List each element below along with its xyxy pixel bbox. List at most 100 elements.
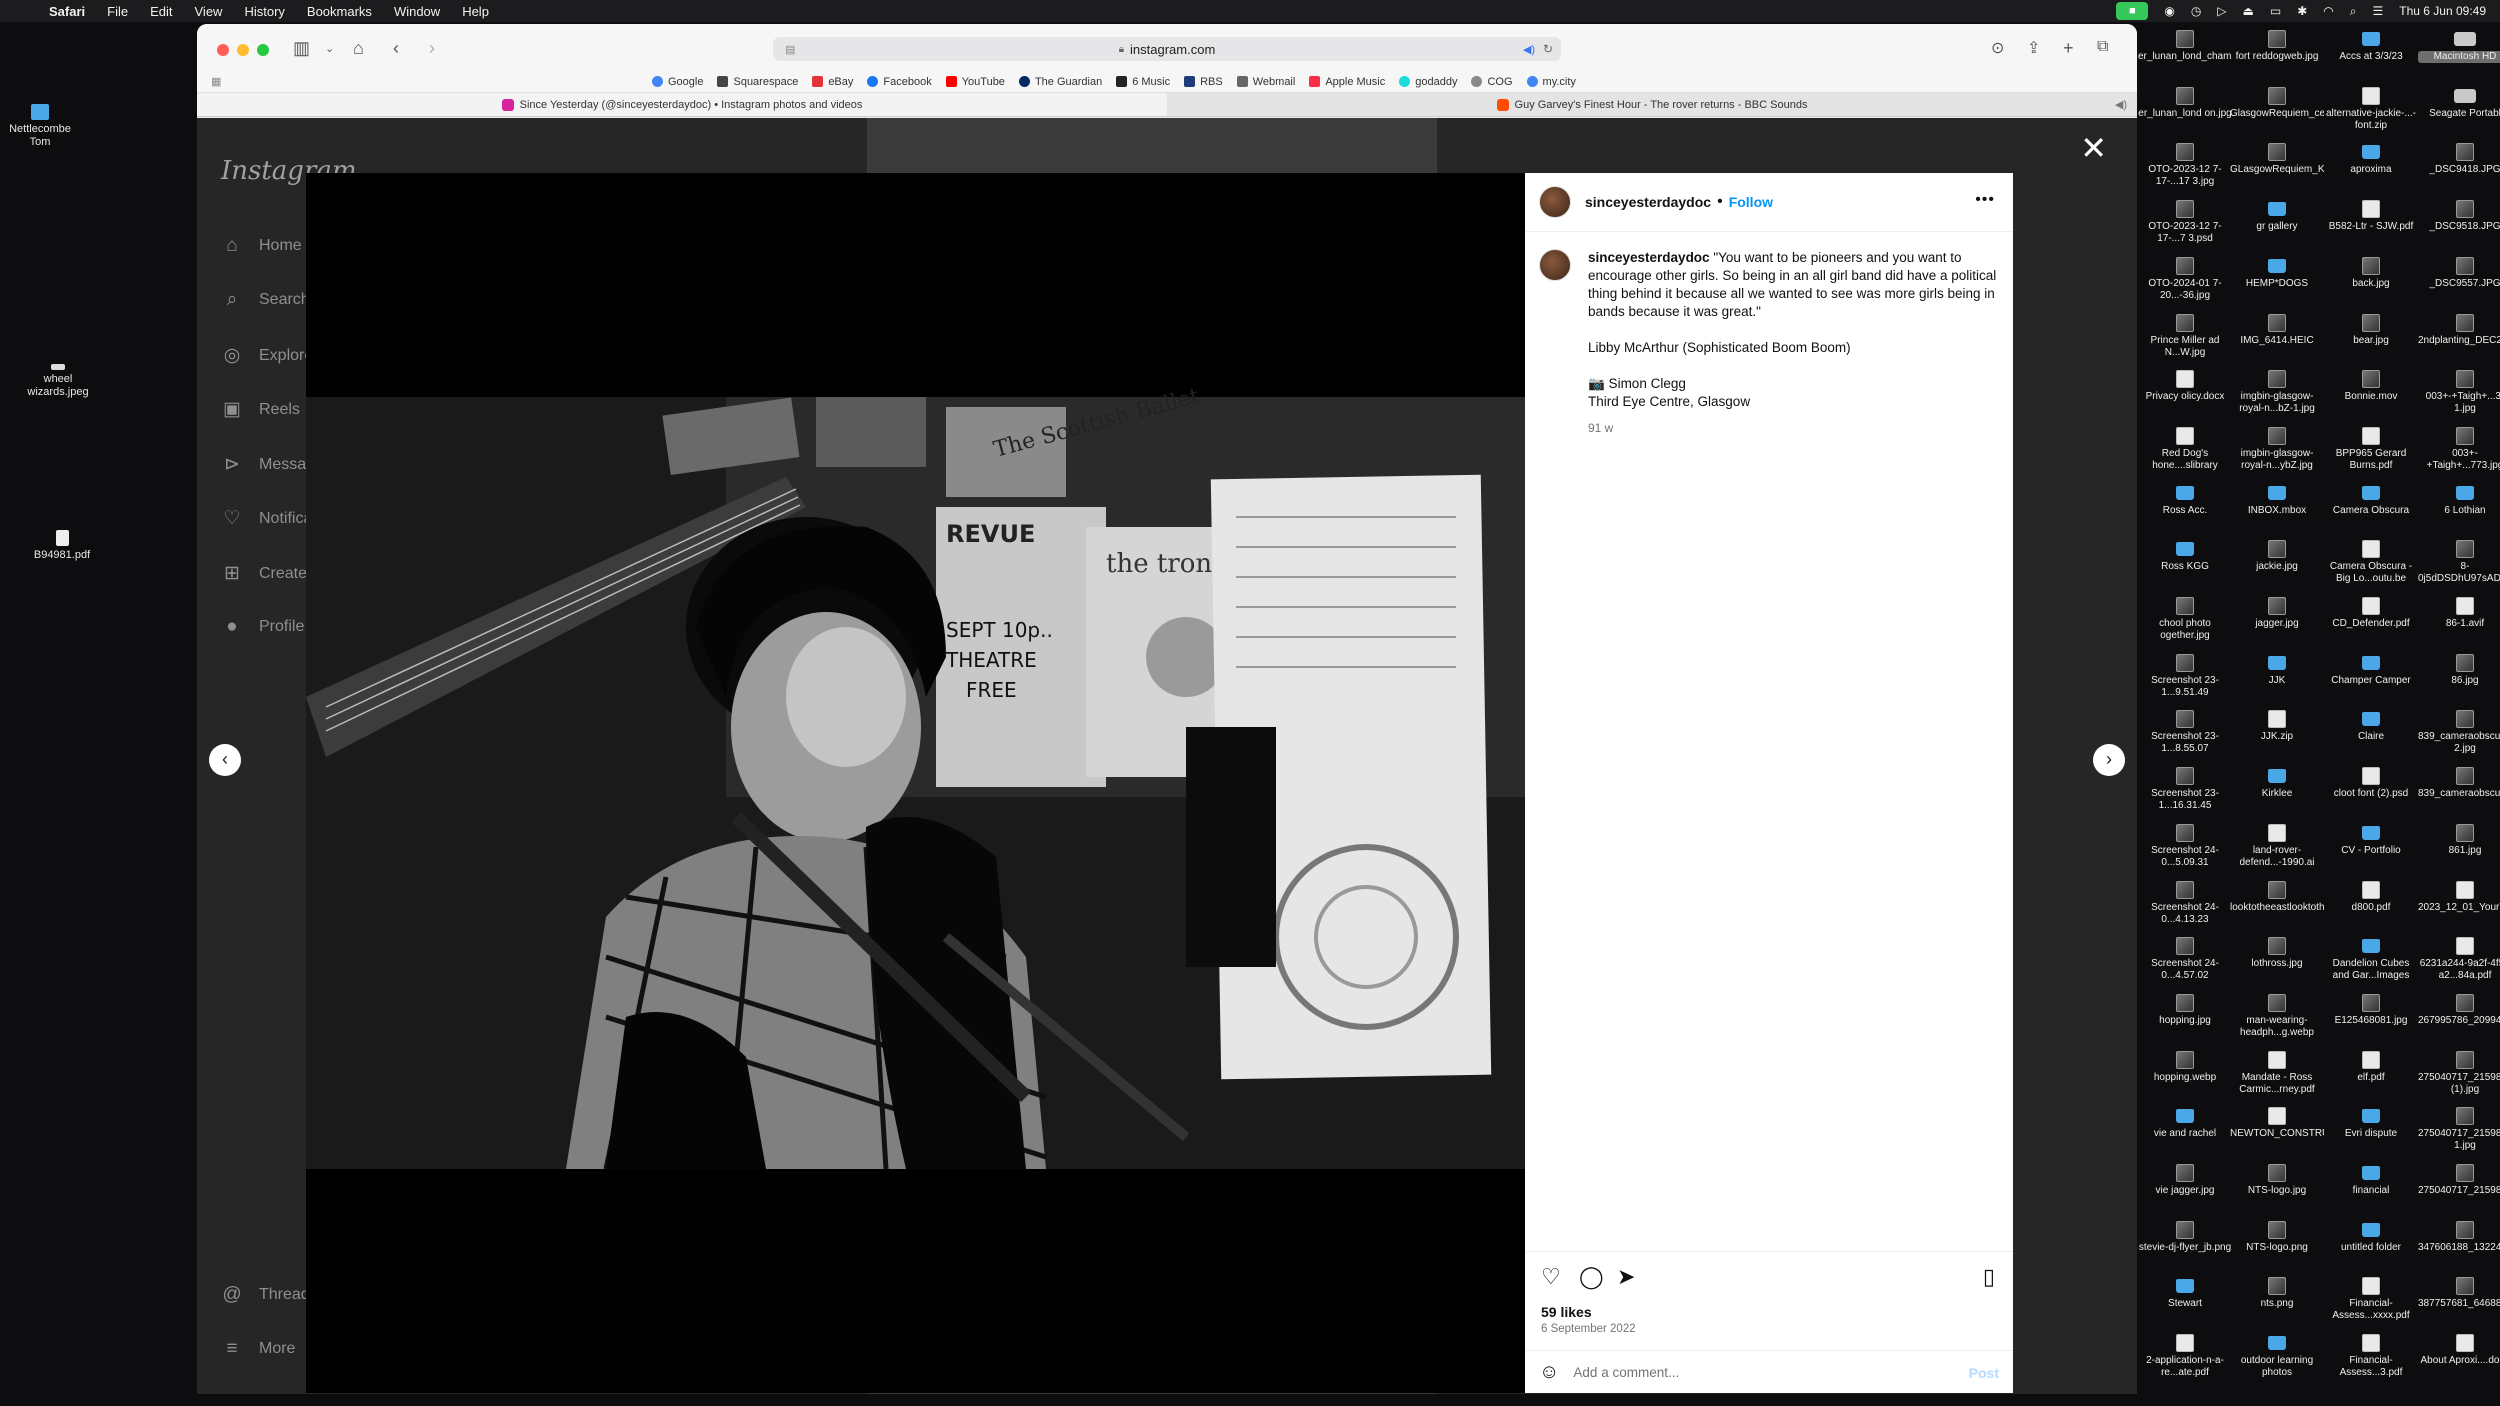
desktop-file-item[interactable]: aproxima [2324, 143, 2418, 176]
tab-audio-icon[interactable]: ◀) [2115, 98, 2127, 111]
desktop-file-item[interactable]: 275040717_2159886130...(1).jpg [2418, 1050, 2500, 1096]
like-heart-icon[interactable]: ♡ [1541, 1264, 1561, 1290]
desktop-file-item[interactable]: 6 Lothian [2418, 484, 2500, 517]
desktop-file-item[interactable]: imgbin-glasgow-royal-n...ybZ.jpg [2230, 426, 2324, 472]
desktop-file-item[interactable]: Screenshot 23-1...9.51.49 [2138, 653, 2232, 699]
desktop-file-item[interactable]: Stewart [2138, 1277, 2232, 1310]
favorite-rbs[interactable]: RBS [1184, 76, 1223, 88]
menubar-clock[interactable]: Thu 6 Jun 09:49 [2399, 4, 2486, 18]
comment-input[interactable] [1573, 1365, 1934, 1380]
desktop-file-item[interactable]: vie and rachel [2138, 1107, 2232, 1140]
desktop-file-item[interactable]: Financial-Assess...3.pdf [2324, 1334, 2418, 1379]
tab-overview-icon[interactable]: ⧉ [2097, 38, 2108, 56]
close-icon[interactable]: ✕ [2080, 132, 2107, 164]
desktop-file-item[interactable]: cloot font (2).psd [2324, 767, 2418, 800]
follow-button[interactable]: Follow [1729, 194, 1773, 210]
desktop-file-item[interactable]: CV - Portfolio [2324, 824, 2418, 857]
tab-bbc-sounds[interactable]: Guy Garvey's Finest Hour - The rover ret… [1167, 93, 2137, 116]
desktop-file-item[interactable]: 2-application-n-a-re...ate.pdf [2138, 1334, 2232, 1379]
clock-icon[interactable]: ◷ [2191, 4, 2201, 18]
post-username[interactable]: sinceyesterdaydoc [1585, 194, 1711, 210]
desktop-file-item[interactable]: GLasgowRequiem_Kari...art.mp4 [2230, 143, 2324, 176]
desktop-file-item[interactable]: 347606188_132247636...8_n.jpg [2418, 1220, 2500, 1254]
play-icon[interactable]: ▷ [2217, 4, 2226, 18]
desktop-file-item[interactable]: BPP965 Gerard Burns.pdf [2324, 426, 2418, 472]
screen-share-icon[interactable]: ◉ [2164, 4, 2174, 18]
desktop-file-item[interactable]: E125468081.jpg [2324, 993, 2418, 1027]
share-send-icon[interactable]: ➤ [1617, 1264, 1635, 1290]
desktop-file-item[interactable]: chool photo ogether.jpg [2138, 597, 2232, 642]
desktop-file-item[interactable]: looktotheeastlooktothewest.jpg [2230, 880, 2324, 914]
desktop-file-item[interactable]: B582-Ltr - SJW.pdf [2324, 200, 2418, 233]
favorite-mycity[interactable]: my.city [1526, 76, 1576, 88]
post-comment-button[interactable]: Post [1969, 1365, 1999, 1381]
desktop-file-item[interactable]: CD_Defender.pdf [2324, 597, 2418, 630]
desktop-file-item[interactable]: Screenshot 24-0...4.57.02 [2138, 937, 2232, 982]
desktop-file-item[interactable]: land-rover-defend...-1990.ai [2230, 823, 2324, 869]
menu-bookmarks[interactable]: Bookmarks [296, 4, 383, 19]
nav-reels[interactable]: ▣ Reels [221, 398, 300, 421]
menu-help[interactable]: Help [451, 4, 500, 19]
desktop-file-item[interactable]: 86-1.avif [2418, 597, 2500, 630]
nav-search[interactable]: ⌕ Search [221, 289, 310, 311]
spotlight-icon[interactable]: ⌕ [2350, 4, 2357, 19]
desktop-file-item[interactable]: IMG_6414.HEIC [2230, 313, 2324, 347]
sidebar-toggle-icon[interactable]: ▥ [293, 38, 310, 59]
desktop-file-item[interactable]: HEMP*DOGS [2230, 257, 2324, 290]
desktop-file-item[interactable]: 275040717_2159886130...n-1.jpg [2418, 1107, 2500, 1152]
desktop-file-item[interactable]: 8-0j5dDSDhU97sADL.png [2418, 540, 2500, 585]
favorites-grid-icon[interactable]: ▦ [211, 75, 221, 88]
desktop-file-item[interactable]: 839_cameraobscura_lo...0 2.jpg [2418, 710, 2500, 755]
desktop-file-item[interactable]: 839_cameraobscura_lo...500.jpg [2418, 767, 2500, 800]
desktop-file-item[interactable]: 003+-+Taigh+...773.jpg [2418, 426, 2500, 472]
desktop-file-item[interactable]: alternative-jackie-...-font.zip [2324, 86, 2418, 132]
desktop-file-item[interactable]: Screenshot 24-0...5.09.31 [2138, 823, 2232, 869]
eject-icon[interactable]: ⏏ [2243, 4, 2254, 18]
desktop-file-item[interactable]: 2023_12_01_YourTalkTalkBill.pdf [2418, 880, 2500, 914]
desktop-file-item[interactable]: Prince Miller ad N...W.jpg [2138, 313, 2232, 359]
likes-count[interactable]: 59 likes [1541, 1304, 1592, 1320]
nav-create[interactable]: ⊞ Create [221, 562, 307, 585]
desktop-file-item[interactable]: Screenshot 23-1...16.31.45 [2138, 767, 2232, 812]
desktop-file-wheel-wizards[interactable]: wheel wizards.jpeg [18, 364, 98, 399]
forward-icon[interactable]: › [429, 38, 435, 59]
desktop-file-item[interactable]: Screenshot 23-1...8.55.07 [2138, 710, 2232, 755]
bluetooth-icon[interactable]: ✱ [2297, 4, 2307, 18]
next-post-button[interactable]: › [2093, 744, 2125, 776]
nav-threads[interactable]: @ Threads [221, 1284, 317, 1306]
desktop-file-item[interactable]: NEWTON_CONSTRUCTI...).pdf [2230, 1107, 2324, 1140]
favorite-ebay[interactable]: eBay [812, 76, 853, 88]
avatar[interactable] [1539, 249, 1571, 281]
desktop-file-item[interactable]: JJK.zip [2230, 710, 2324, 743]
menu-edit[interactable]: Edit [139, 4, 183, 19]
menu-view[interactable]: View [184, 4, 234, 19]
desktop-file-item[interactable]: vie jagger.jpg [2138, 1164, 2232, 1197]
minimize-window-button[interactable] [237, 44, 249, 56]
desktop-file-item[interactable]: Camera Obscura - Big Lo...outu.be [2324, 540, 2418, 585]
desktop-file-item[interactable]: d800.pdf [2324, 880, 2418, 914]
desktop-file-item[interactable]: man-wearing-headph...g.webp [2230, 993, 2324, 1039]
menu-history[interactable]: History [233, 4, 295, 19]
menu-file[interactable]: File [96, 4, 139, 19]
desktop-file-item[interactable]: elf.pdf [2324, 1050, 2418, 1084]
previous-post-button[interactable]: ‹ [209, 744, 241, 776]
desktop-file-item[interactable]: _DSC9518.JPG [2418, 200, 2500, 233]
desktop-file-item[interactable]: GlasgowRequiem_celebrants.jpg [2230, 86, 2324, 120]
desktop-file-item[interactable]: INBOX.mbox [2230, 484, 2324, 517]
control-center-icon[interactable]: ☰ [2373, 4, 2384, 18]
desktop-file-item[interactable]: OTO-2024-01 7-20...-36.jpg [2138, 256, 2232, 302]
desktop-file-item[interactable]: Accs at 3/3/23 [2324, 30, 2418, 63]
desktop-file-item[interactable]: Financial-Assess...xxxx.pdf [2324, 1277, 2418, 1322]
zoom-window-button[interactable] [257, 44, 269, 56]
desktop-file-item[interactable]: untitled folder [2324, 1221, 2418, 1254]
nav-profile[interactable]: ● Profile [221, 616, 304, 638]
desktop-file-item[interactable]: NTS-logo.jpg [2230, 1164, 2324, 1197]
desktop-file-item[interactable]: 267995786_209942123...0_n.jpg [2418, 993, 2500, 1027]
share-icon[interactable]: ⇪ [2027, 38, 2040, 58]
desktop-file-item[interactable]: er_lunan_lond on.jpg [2138, 86, 2232, 120]
desktop-file-item[interactable]: Screenshot 24-0...4.13.23 [2138, 880, 2232, 926]
desktop-file-item[interactable]: Camera Obscura [2324, 484, 2418, 517]
page-menu-icon[interactable]: ▤ [785, 43, 795, 56]
desktop-file-pdf[interactable]: B94981.pdf [22, 530, 102, 562]
desktop-file-item[interactable]: Seagate Portabl [2418, 87, 2500, 120]
